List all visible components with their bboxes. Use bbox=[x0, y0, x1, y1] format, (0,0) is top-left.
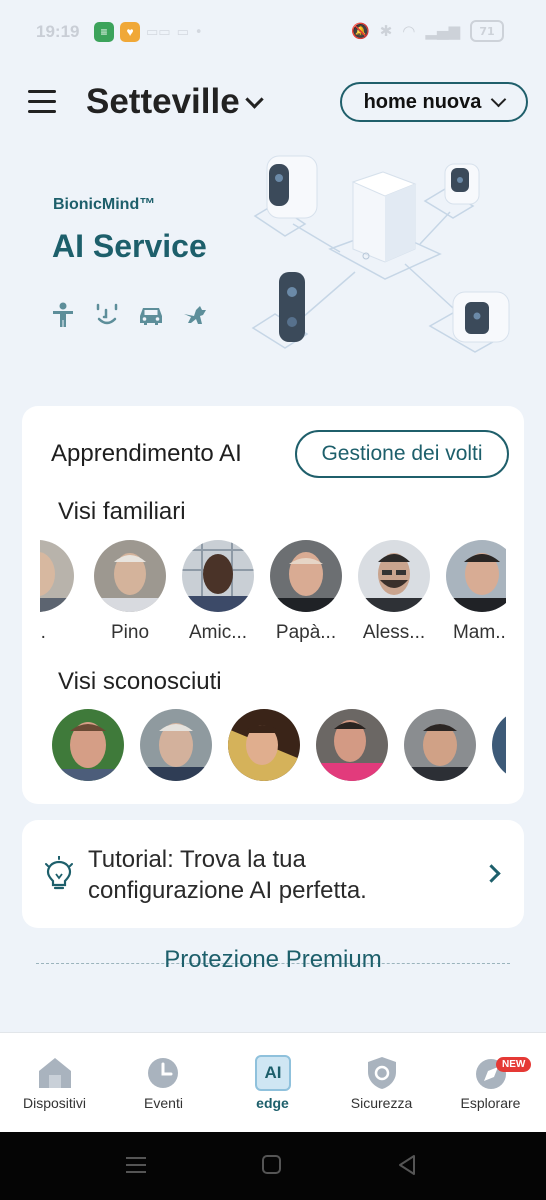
unknown-face-item[interactable] bbox=[48, 709, 128, 781]
familiar-face-item[interactable]: Amic... bbox=[178, 540, 258, 644]
face-avatar bbox=[182, 540, 254, 612]
dot-icon: • bbox=[194, 24, 203, 40]
familiar-face-item[interactable]: Pino bbox=[90, 540, 170, 644]
devices-illustration bbox=[251, 155, 510, 353]
unknown-face-item[interactable] bbox=[224, 709, 304, 781]
tutorial-card[interactable]: Tutorial: Trova la tua configurazione AI… bbox=[22, 820, 524, 928]
familiar-face-item[interactable]: Mam... bbox=[442, 540, 506, 644]
bottom-navigation: Dispositivi Eventi AI edge Sicurezza NEW… bbox=[0, 1032, 546, 1133]
notification-icon: ▭▭ bbox=[146, 24, 171, 40]
person-icon bbox=[50, 302, 76, 328]
familiar-faces-row[interactable]: ... Pino Amic... Papà... Aless... Mam... bbox=[40, 540, 506, 650]
face-avatar bbox=[316, 709, 388, 781]
nav-events[interactable]: Eventi bbox=[109, 1033, 218, 1133]
home-icon bbox=[39, 1058, 71, 1088]
tutorial-text: Tutorial: Trova la tua configurazione AI… bbox=[88, 846, 367, 904]
face-avatar bbox=[404, 709, 476, 781]
chevron-down-icon bbox=[491, 91, 507, 107]
familiar-face-item[interactable]: Aless... bbox=[354, 540, 434, 644]
home-selector-button[interactable]: home nuova bbox=[340, 82, 528, 122]
manage-faces-button[interactable]: Gestione dei volti bbox=[295, 430, 509, 478]
familiar-faces-title: Visi familiari bbox=[58, 498, 186, 525]
face-avatar bbox=[446, 540, 506, 612]
brand-small: BionicMind™ bbox=[53, 196, 156, 213]
mute-icon: 🔕 bbox=[351, 22, 370, 40]
familiar-face-item[interactable]: ... bbox=[40, 540, 78, 644]
heart-app-icon: ♥ bbox=[120, 22, 140, 42]
wifi-icon: ◠ bbox=[402, 22, 416, 40]
app-header: Setteville home nuova bbox=[0, 64, 546, 144]
battery-icon: 71 bbox=[470, 20, 504, 42]
nav-explore[interactable]: NEW Esplorare bbox=[436, 1033, 545, 1133]
status-time: 19:19 bbox=[36, 22, 80, 41]
face-name: Aless... bbox=[362, 622, 426, 643]
face-avatar bbox=[228, 709, 300, 781]
face-avatar bbox=[358, 540, 430, 612]
ai-service-banner[interactable]: BionicMind™ AI Service bbox=[0, 144, 546, 390]
face-name: Amic... bbox=[188, 622, 248, 643]
face-avatar bbox=[94, 540, 166, 612]
nav-label: Sicurezza bbox=[350, 1095, 413, 1111]
ai-learning-title: Apprendimento AI bbox=[51, 440, 242, 467]
face-avatar bbox=[140, 709, 212, 781]
pet-icon bbox=[182, 302, 208, 328]
status-notification-icons: ≡ ♥ ▭▭ ▭ • bbox=[94, 22, 203, 42]
face-avatar bbox=[492, 709, 506, 781]
ai-icon-text: AI bbox=[264, 1063, 282, 1082]
face-name: Mam... bbox=[452, 622, 506, 643]
face-icon bbox=[94, 302, 120, 328]
chevron-down-icon bbox=[245, 89, 264, 109]
unknown-faces-title: Visi sconosciuti bbox=[58, 668, 222, 695]
nav-edge[interactable]: AI edge bbox=[218, 1033, 327, 1133]
home-selector-label: home nuova bbox=[363, 90, 482, 113]
bluetooth-icon: ✱ bbox=[379, 22, 393, 40]
ai-icon: AI bbox=[255, 1055, 291, 1091]
ai-learning-card: Apprendimento AI Gestione dei volti Visi… bbox=[22, 406, 524, 804]
vehicle-icon bbox=[138, 302, 164, 328]
system-navigation-bar bbox=[0, 1132, 546, 1200]
status-system-icons: 🔕 ✱ ◠ ▂▄▆ 71 bbox=[351, 20, 504, 42]
notification-icon: ▭ bbox=[176, 24, 189, 40]
home-name-dropdown[interactable]: Setteville bbox=[86, 82, 264, 122]
status-bar: 19:19 ≡ ♥ ▭▭ ▭ • 🔕 ✱ ◠ ▂▄▆ 71 bbox=[0, 0, 546, 64]
home-button-icon[interactable] bbox=[261, 1154, 283, 1176]
shield-icon bbox=[368, 1057, 396, 1089]
chevron-right-icon bbox=[482, 864, 501, 883]
new-badge: NEW bbox=[496, 1057, 532, 1072]
nav-label: Esplorare bbox=[460, 1095, 521, 1111]
detection-icons bbox=[50, 302, 208, 328]
nav-devices[interactable]: Dispositivi bbox=[0, 1033, 109, 1133]
signal-icon: ▂▄▆ bbox=[425, 22, 460, 40]
nav-security[interactable]: Sicurezza bbox=[327, 1033, 436, 1133]
premium-protection-title[interactable]: Protezione Premium bbox=[0, 946, 546, 980]
recent-apps-icon[interactable] bbox=[124, 1154, 148, 1176]
face-avatar bbox=[52, 709, 124, 781]
unknown-face-item[interactable] bbox=[312, 709, 392, 781]
back-icon[interactable] bbox=[396, 1154, 418, 1176]
face-avatar bbox=[270, 540, 342, 612]
clock-icon bbox=[148, 1058, 178, 1088]
lightbulb-icon bbox=[45, 856, 73, 890]
app-notification-icon: ≡ bbox=[94, 22, 114, 42]
face-name: ... bbox=[40, 622, 46, 643]
face-name: Pino bbox=[110, 622, 150, 643]
unknown-face-item[interactable] bbox=[488, 709, 506, 781]
brand-title: AI Service bbox=[52, 228, 207, 264]
unknown-faces-row[interactable] bbox=[40, 709, 506, 789]
face-name: Papà... bbox=[275, 622, 337, 643]
unknown-face-item[interactable] bbox=[136, 709, 216, 781]
home-name: Setteville bbox=[86, 82, 240, 121]
familiar-face-item[interactable]: Papà... bbox=[266, 540, 346, 644]
nav-label: Dispositivi bbox=[22, 1095, 86, 1111]
nav-label: Eventi bbox=[144, 1095, 183, 1111]
unknown-face-item[interactable] bbox=[400, 709, 480, 781]
nav-label: edge bbox=[256, 1095, 289, 1111]
menu-icon[interactable] bbox=[28, 90, 56, 114]
face-avatar bbox=[40, 540, 74, 612]
